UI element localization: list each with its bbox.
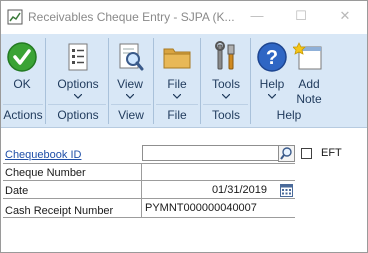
add-note-icon: [293, 42, 322, 70]
help-question-icon: ?: [257, 42, 287, 72]
group-label-help: Help: [276, 108, 302, 122]
tools-button[interactable]: Tools: [205, 34, 247, 105]
cash-receipt-number-input[interactable]: PYMNT000000040007: [142, 200, 295, 217]
receivables-cheque-entry-window: Receivables Cheque Entry - SJPA (K... — …: [0, 0, 368, 253]
group-divider-line: [3, 104, 43, 105]
row-divider: [3, 198, 295, 199]
lookup-magnifier-icon[interactable]: [278, 145, 295, 162]
group-label-view: View: [118, 108, 144, 122]
file-button[interactable]: File: [158, 34, 196, 105]
help-button[interactable]: ? Help: [254, 34, 290, 105]
help-label: Help: [259, 77, 285, 91]
ok-label: OK: [13, 77, 31, 91]
chevron-down-icon: [74, 94, 82, 99]
tools-label: Tools: [211, 77, 240, 91]
cheque-number-label: Cheque Number: [5, 167, 86, 179]
app-icon: [7, 9, 23, 25]
title-bar: Receivables Cheque Entry - SJPA (K... — …: [1, 1, 367, 33]
chequebook-id-link[interactable]: Chequebook ID: [5, 149, 81, 161]
add-note-label-line2: Note: [296, 92, 322, 106]
date-input[interactable]: 01/31/2019: [142, 182, 295, 198]
group-label-file: File: [167, 108, 187, 122]
group-label-actions: Actions: [3, 108, 43, 122]
group-divider-line: [203, 104, 248, 105]
cheque-number-input[interactable]: [142, 164, 295, 180]
maximize-button[interactable]: ☐: [291, 7, 311, 25]
chevron-down-icon: [222, 94, 230, 99]
view-button[interactable]: View: [111, 34, 149, 105]
eft-checkbox[interactable]: [301, 148, 312, 159]
minimize-button[interactable]: —: [247, 7, 267, 25]
add-note-button[interactable]: Add Note: [290, 34, 328, 106]
chevron-down-icon: [126, 94, 134, 99]
list-options-icon: [68, 43, 88, 71]
green-check-icon: [7, 42, 37, 72]
group-separator: [45, 38, 46, 124]
cash-receipt-number-label: Cash Receipt Number: [5, 205, 114, 217]
file-label: File: [167, 77, 187, 91]
add-note-label-line1: Add: [298, 77, 320, 91]
chevron-down-icon: [268, 94, 276, 99]
view-label: View: [117, 77, 143, 91]
chequebook-id-input[interactable]: [142, 145, 279, 161]
ribbon-toolbar: OK Options View File Tools ? Help Add No…: [1, 34, 367, 128]
group-label-options: Options: [57, 108, 99, 122]
group-label-tools: Tools: [211, 108, 240, 122]
magnifier-document-icon: [119, 43, 144, 71]
options-label: Options: [57, 77, 99, 91]
tools-icon: [215, 41, 235, 70]
eft-label: EFT: [321, 147, 342, 159]
svg-text:?: ?: [266, 47, 278, 69]
chevron-down-icon: [173, 94, 181, 99]
calendar-icon[interactable]: [280, 184, 293, 197]
group-divider-line: [111, 104, 151, 105]
row-divider: [3, 180, 295, 181]
options-button[interactable]: Options: [50, 34, 106, 105]
folder-icon: [163, 48, 191, 69]
group-divider-line: [156, 104, 198, 105]
row-divider: [3, 217, 295, 218]
ok-button[interactable]: OK: [3, 34, 41, 105]
date-label: Date: [5, 185, 29, 197]
close-button[interactable]: ✕: [335, 7, 355, 25]
group-divider-line: [48, 104, 106, 105]
window-title: Receivables Cheque Entry - SJPA (K...: [28, 10, 235, 24]
